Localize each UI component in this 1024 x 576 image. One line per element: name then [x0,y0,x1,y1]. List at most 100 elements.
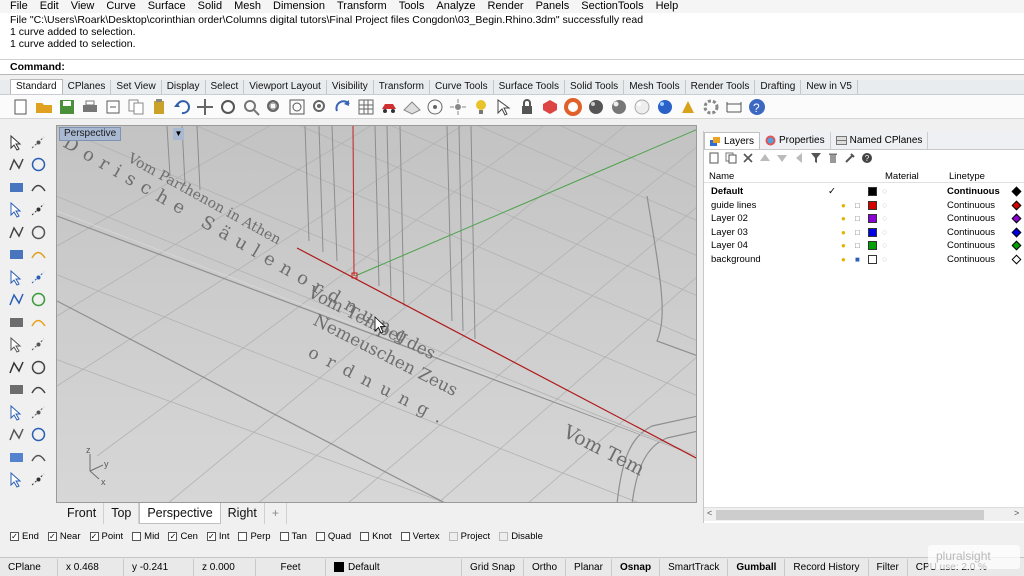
new-sublayer-icon[interactable] [723,151,739,165]
cylinder-icon[interactable] [6,290,26,310]
menu-item-curve[interactable]: Curve [100,0,141,13]
tab-transform[interactable]: Transform [374,80,430,94]
plane-icon[interactable] [28,290,48,310]
status-layer[interactable]: Default [326,558,462,576]
history-icon[interactable] [6,470,26,490]
layer-unlocked-icon[interactable]: □ [855,239,860,252]
layer-current-check[interactable]: ✓ [828,185,836,198]
tab-render-tools[interactable]: Render Tools [686,80,756,94]
box-icon[interactable] [6,267,26,287]
car-icon[interactable] [378,96,400,118]
import-icon[interactable] [102,96,124,118]
layer-color-swatch[interactable] [868,187,877,196]
layer-row[interactable]: Layer 03 ● □ ○ Continuous [704,226,1024,239]
expand-icon[interactable] [28,470,48,490]
grid-icon[interactable] [355,96,377,118]
tab-layers[interactable]: Layers [704,132,761,149]
tab-solid-tools[interactable]: Solid Tools [565,80,625,94]
color-wheel-icon[interactable] [562,96,584,118]
viewport-tab-top[interactable]: Top [104,503,140,524]
rotate-view-icon[interactable] [217,96,239,118]
menu-item-file[interactable]: File [4,0,34,13]
select-icon[interactable] [493,96,515,118]
viewport-menu-arrow-icon[interactable]: ▼ [173,128,184,140]
open-file-icon[interactable] [33,96,55,118]
settings-icon[interactable] [700,96,722,118]
status-toggle-ortho[interactable]: Ortho [524,558,567,576]
menu-item-mesh[interactable]: Mesh [228,0,267,13]
menu-item-analyze[interactable]: Analyze [430,0,481,13]
layer-material-icon[interactable]: ○ [882,212,887,225]
tab-mesh-tools[interactable]: Mesh Tools [624,80,686,94]
menu-item-panels[interactable]: Panels [530,0,576,13]
sphere-shaded-icon[interactable] [585,96,607,118]
status-cplane[interactable]: CPlane [0,558,58,576]
split-icon[interactable] [28,335,48,355]
osnap-checkbox[interactable] [238,531,248,541]
scroll-thumb[interactable] [716,510,984,520]
osnap-int[interactable]: ✓ Int [206,531,229,542]
viewport-canvas[interactable]: Vom Parthenon in Athen Dorische Säulenor… [57,126,697,503]
layer-print-color-icon[interactable] [1011,186,1022,197]
tab-viewport-layout[interactable]: Viewport Layout [244,80,327,94]
menu-item-solid[interactable]: Solid [192,0,228,13]
fillet-icon[interactable] [28,245,48,265]
menu-item-tools[interactable]: Tools [393,0,431,13]
layer-name[interactable]: Default [711,185,743,198]
layer-material-icon[interactable]: ○ [882,226,887,239]
scale-tool-icon[interactable] [28,380,48,400]
osnap-checkbox[interactable] [499,531,509,541]
layer-material-icon[interactable]: ○ [882,199,887,212]
layer-name[interactable]: background [711,253,761,266]
layer-visible-icon[interactable]: ● [841,226,846,239]
osnap-checkbox[interactable] [132,531,142,541]
menu-item-surface[interactable]: Surface [142,0,192,13]
spline-icon[interactable] [28,357,48,377]
layer-color-swatch[interactable] [868,214,877,224]
point-icon[interactable] [447,96,469,118]
circle-icon[interactable] [6,177,26,197]
select-arrow-icon[interactable] [6,132,26,152]
layer-row[interactable]: background ● ■ ○ Continuous [704,253,1024,266]
viewport-tab-right[interactable]: Right [221,503,265,524]
curve-icon[interactable] [28,155,48,175]
layer-unlocked-icon[interactable]: □ [855,212,860,225]
osnap-vertex[interactable]: Vertex [400,531,440,542]
osnap-end[interactable]: ✓ End [10,531,39,542]
add-viewport-tab-button[interactable]: + [265,503,287,524]
osnap-checkbox[interactable]: ✓ [47,531,57,541]
perspective-viewport[interactable]: Vom Parthenon in Athen Dorische Säulenor… [56,125,697,503]
tab-select[interactable]: Select [206,80,245,94]
globe-icon[interactable] [654,96,676,118]
layer-color-swatch[interactable] [868,255,877,264]
header-linetype[interactable]: Linetype [949,171,985,182]
tab-visibility[interactable]: Visibility [327,80,374,94]
polygon-icon[interactable] [6,222,26,242]
tools-icon[interactable] [842,151,858,165]
tab-new-in-v5[interactable]: New in V5 [801,80,858,94]
header-material[interactable]: Material [885,171,919,182]
move-to-parent-icon[interactable] [791,151,807,165]
help-icon[interactable]: ? [859,151,875,165]
osnap-cen[interactable]: ✓ Cen [168,531,198,542]
zoom-selected-icon[interactable] [309,96,331,118]
tab-display[interactable]: Display [162,80,206,94]
osnap-mid[interactable]: Mid [132,531,159,542]
osnap-point[interactable]: ✓ Point [89,531,123,542]
ellipse-icon[interactable] [28,177,48,197]
paste-icon[interactable] [148,96,170,118]
osnap-quad[interactable]: Quad [315,531,351,542]
polyline-icon[interactable] [6,155,26,175]
sphere-ghost-icon[interactable] [631,96,653,118]
viewport-tab-front[interactable]: Front [60,503,105,524]
point-icon[interactable] [28,132,48,152]
layer-linetype[interactable]: Continuous [947,199,995,212]
menu-item-sectiontools[interactable]: SectionTools [575,0,649,13]
tab-curve-tools[interactable]: Curve Tools [430,80,494,94]
tab-cplanes[interactable]: CPlanes [63,80,112,94]
layer-linetype[interactable]: Continuous [947,226,995,239]
layer-linetype[interactable]: Continuous [947,212,995,225]
scroll-right-icon[interactable]: > [1014,508,1019,518]
save-icon[interactable] [56,96,78,118]
osnap-checkbox[interactable] [279,531,289,541]
